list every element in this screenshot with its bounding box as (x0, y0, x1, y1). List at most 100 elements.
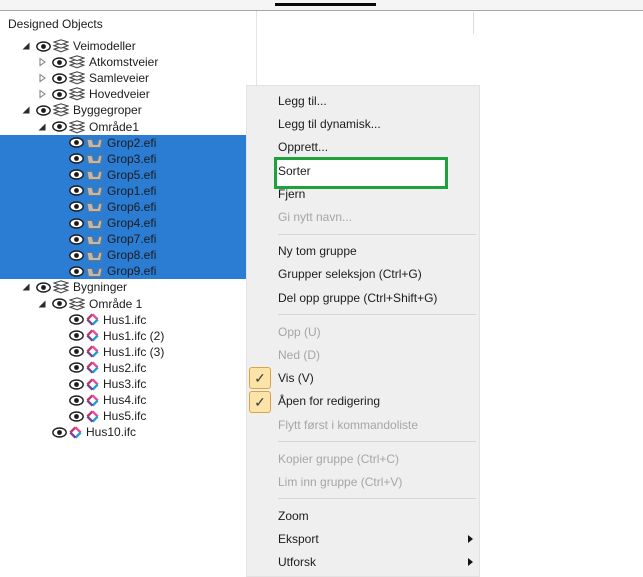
tree-row[interactable]: Område1 (0, 118, 248, 134)
expander-collapsed-icon[interactable] (37, 57, 52, 67)
tree-row[interactable]: Grop7.efi (0, 231, 248, 247)
eye-icon[interactable] (69, 395, 84, 406)
eye-icon[interactable] (69, 314, 84, 325)
expander-expanded-icon[interactable] (21, 41, 36, 51)
eye-icon[interactable] (69, 362, 84, 373)
splitter-handle[interactable] (275, 3, 376, 6)
expander-collapsed-icon[interactable] (37, 73, 52, 83)
eye-icon[interactable] (69, 411, 84, 422)
tree-row-label: Veimodeller (73, 39, 136, 53)
tree-row[interactable]: Hus4.ifc (0, 392, 248, 408)
tree-row[interactable]: Grop2.efi (0, 135, 248, 151)
eye-icon[interactable] (69, 330, 84, 341)
menu-item[interactable]: Sorter (247, 159, 479, 182)
ifc-icon (86, 378, 99, 391)
tree-row[interactable]: Atkomstveier (0, 54, 248, 70)
tree-row[interactable]: Grop9.efi (0, 263, 248, 279)
expander-expanded-icon[interactable] (37, 299, 52, 309)
tree-row[interactable]: Grop5.efi (0, 167, 248, 183)
eye-icon[interactable] (36, 105, 51, 116)
eye-icon[interactable] (69, 201, 84, 212)
eye-icon[interactable] (52, 89, 67, 100)
menu-item[interactable]: Fjern (247, 182, 479, 205)
expander-expanded-icon[interactable] (21, 282, 36, 292)
menu-item-label: Sorter (278, 164, 311, 178)
eye-icon[interactable] (69, 234, 84, 245)
tree-row[interactable]: Samleveier (0, 70, 248, 86)
eye-icon[interactable] (36, 41, 51, 52)
checkmark-icon: ✓ (249, 367, 271, 389)
menu-item[interactable]: Utforsk (247, 551, 479, 574)
tree-row[interactable]: Hus5.ifc (0, 408, 248, 424)
tree-row[interactable]: Hus3.ifc (0, 376, 248, 392)
expander-collapsed-icon[interactable] (37, 89, 52, 99)
pit-icon (86, 184, 103, 197)
menu-item: Lim inn gruppe (Ctrl+V) (247, 470, 479, 493)
eye-icon[interactable] (69, 153, 84, 164)
menu-item[interactable]: Del opp gruppe (Ctrl+Shift+G) (247, 286, 479, 309)
eye-icon[interactable] (52, 298, 67, 309)
tree-row[interactable]: Hus1.ifc (0, 312, 248, 328)
tree-row[interactable]: Grop4.efi (0, 215, 248, 231)
ifc-icon (69, 426, 82, 439)
tree-row[interactable]: Hus1.ifc (2) (0, 328, 248, 344)
tree-row[interactable]: Hus10.ifc (0, 424, 248, 440)
pit-icon (86, 249, 103, 262)
tree-row-label: Samleveier (89, 71, 149, 85)
eye-icon[interactable] (69, 250, 84, 261)
menu-item-label: Ned (D) (278, 348, 320, 362)
menu-item[interactable]: Legg til... (247, 89, 479, 112)
eye-icon[interactable] (69, 379, 84, 390)
expander-expanded-icon[interactable] (21, 105, 36, 115)
tree-row[interactable]: Bygninger (0, 279, 248, 295)
eye-icon[interactable] (69, 346, 84, 357)
eye-icon[interactable] (69, 218, 84, 229)
pit-icon (86, 168, 103, 181)
tree-row-label: Hus5.ifc (103, 409, 146, 423)
menu-item-label: Eksport (278, 532, 319, 546)
eye-icon[interactable] (69, 266, 84, 277)
tree-row[interactable]: Veimodeller (0, 38, 248, 54)
divider-tick (473, 12, 474, 34)
tree-row[interactable]: Hus2.ifc (0, 360, 248, 376)
tree-row-label: Grop4.efi (107, 216, 156, 230)
tree-row[interactable]: Byggegroper (0, 102, 248, 118)
tree-row[interactable]: Hus1.ifc (3) (0, 344, 248, 360)
layers-icon (69, 120, 85, 134)
eye-icon[interactable] (52, 427, 67, 438)
menu-item[interactable]: ✓Vis (V) (247, 366, 479, 389)
eye-icon[interactable] (52, 121, 67, 132)
menu-item[interactable]: Opprett... (247, 136, 479, 159)
eye-icon[interactable] (52, 57, 67, 68)
menu-item[interactable]: Eksport (247, 527, 479, 550)
menu-item[interactable]: ✓Åpen for redigering (247, 390, 479, 413)
eye-icon[interactable] (36, 282, 51, 293)
tree-row-label: Grop2.efi (107, 136, 156, 150)
eye-icon[interactable] (52, 73, 67, 84)
tree-row-label: Grop8.efi (107, 248, 156, 262)
tree-row[interactable]: Hovedveier (0, 86, 248, 102)
eye-icon[interactable] (69, 185, 84, 196)
menu-item-label: Utforsk (278, 555, 316, 569)
tree-row[interactable]: Grop8.efi (0, 247, 248, 263)
expander-expanded-icon[interactable] (37, 122, 52, 132)
tree-row-label: Hus1.ifc (103, 313, 146, 327)
tree-view: Veimodeller Atkomstveier SamleveierHovedve… (0, 38, 248, 440)
eye-icon[interactable] (69, 137, 84, 148)
tree-row[interactable]: Grop6.efi (0, 199, 248, 215)
menu-item-label: Zoom (278, 509, 309, 523)
menu-item[interactable]: Ny tom gruppe (247, 239, 479, 262)
menu-item: Gi nytt navn... (247, 205, 479, 228)
ifc-icon (86, 313, 99, 326)
menu-item[interactable]: Zoom (247, 504, 479, 527)
tree-row[interactable]: Grop1.efi (0, 183, 248, 199)
eye-icon[interactable] (69, 169, 84, 180)
menu-item[interactable]: Grupper seleksjon (Ctrl+G) (247, 263, 479, 286)
menu-item[interactable]: Legg til dynamisk... (247, 112, 479, 135)
pit-icon (86, 200, 103, 213)
tree-row-label: Atkomstveier (89, 55, 158, 69)
designed-objects-panel: Designed Objects VeimodellerAtkomstveier… (0, 11, 257, 577)
layers-icon (53, 280, 69, 294)
tree-row[interactable]: Område 1 (0, 296, 248, 312)
tree-row[interactable]: Grop3.efi (0, 151, 248, 167)
